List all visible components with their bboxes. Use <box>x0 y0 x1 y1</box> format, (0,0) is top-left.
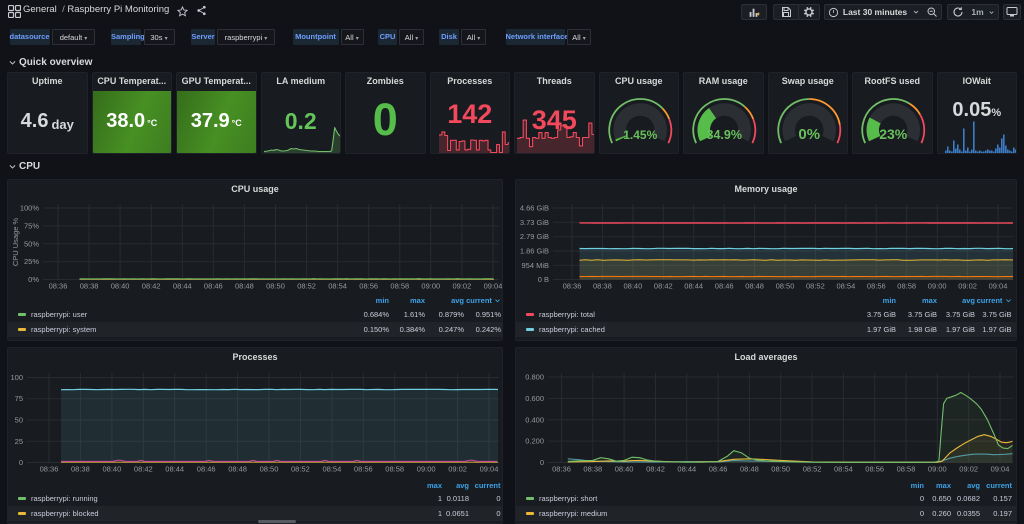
svg-text:0: 0 <box>540 458 544 467</box>
svg-text:08:36: 08:36 <box>49 282 68 291</box>
svg-text:08:50: 08:50 <box>260 465 279 474</box>
svg-text:0 B: 0 B <box>538 275 549 284</box>
svg-text:08:40: 08:40 <box>624 282 643 291</box>
svg-text:08:54: 08:54 <box>834 465 853 474</box>
svg-text:08:38: 08:38 <box>593 282 612 291</box>
svg-text:08:56: 08:56 <box>867 282 886 291</box>
svg-text:08:44: 08:44 <box>165 465 184 474</box>
svg-text:08:56: 08:56 <box>359 282 378 291</box>
svg-text:09:00: 09:00 <box>421 282 440 291</box>
svg-text:0.400: 0.400 <box>525 415 544 424</box>
svg-text:08:48: 08:48 <box>745 282 764 291</box>
svg-text:0.600: 0.600 <box>525 394 544 403</box>
svg-text:0: 0 <box>19 458 23 467</box>
svg-text:08:42: 08:42 <box>646 465 665 474</box>
svg-text:50: 50 <box>15 416 23 425</box>
svg-text:75: 75 <box>15 394 23 403</box>
svg-text:08:52: 08:52 <box>297 282 316 291</box>
svg-text:08:54: 08:54 <box>323 465 342 474</box>
svg-text:09:00: 09:00 <box>417 465 436 474</box>
svg-text:08:36: 08:36 <box>40 465 59 474</box>
svg-text:09:02: 09:02 <box>959 465 978 474</box>
svg-text:08:46: 08:46 <box>197 465 216 474</box>
svg-text:08:48: 08:48 <box>740 465 759 474</box>
svg-text:0.200: 0.200 <box>525 437 544 446</box>
svg-text:09:00: 09:00 <box>928 282 947 291</box>
svg-text:08:36: 08:36 <box>563 282 582 291</box>
svg-text:CPU Usage %: CPU Usage % <box>11 217 20 266</box>
svg-text:08:54: 08:54 <box>837 282 856 291</box>
svg-text:1.86 GiB: 1.86 GiB <box>520 247 549 256</box>
svg-text:75%: 75% <box>24 221 39 230</box>
svg-text:08:52: 08:52 <box>291 465 310 474</box>
svg-text:954 MiB: 954 MiB <box>521 261 549 270</box>
svg-text:08:40: 08:40 <box>103 465 122 474</box>
svg-text:09:04: 09:04 <box>989 282 1008 291</box>
svg-text:08:48: 08:48 <box>235 282 254 291</box>
svg-text:08:54: 08:54 <box>328 282 347 291</box>
svg-text:08:58: 08:58 <box>897 465 916 474</box>
svg-text:09:02: 09:02 <box>453 282 472 291</box>
svg-text:3.73 GiB: 3.73 GiB <box>520 218 549 227</box>
svg-text:34.9%: 34.9% <box>707 128 742 142</box>
svg-text:08:44: 08:44 <box>173 282 192 291</box>
svg-text:08:58: 08:58 <box>390 282 409 291</box>
svg-text:08:42: 08:42 <box>134 465 153 474</box>
svg-text:100%: 100% <box>20 204 40 213</box>
svg-text:08:44: 08:44 <box>684 282 703 291</box>
svg-text:23%: 23% <box>879 126 908 142</box>
svg-text:08:56: 08:56 <box>354 465 373 474</box>
svg-text:08:44: 08:44 <box>677 465 696 474</box>
svg-text:1.45%: 1.45% <box>623 128 657 142</box>
svg-text:08:46: 08:46 <box>709 465 728 474</box>
svg-text:0%: 0% <box>28 275 39 284</box>
svg-text:0.800: 0.800 <box>525 373 544 382</box>
svg-text:09:04: 09:04 <box>484 282 503 291</box>
svg-text:08:42: 08:42 <box>142 282 161 291</box>
svg-text:08:50: 08:50 <box>266 282 285 291</box>
svg-text:4.66 GiB: 4.66 GiB <box>520 204 549 213</box>
svg-text:08:52: 08:52 <box>806 282 825 291</box>
svg-text:2.79 GiB: 2.79 GiB <box>520 232 549 241</box>
svg-text:08:58: 08:58 <box>385 465 404 474</box>
svg-text:0%: 0% <box>798 126 820 143</box>
svg-text:08:58: 08:58 <box>897 282 916 291</box>
svg-text:08:48: 08:48 <box>228 465 247 474</box>
svg-text:08:40: 08:40 <box>111 282 130 291</box>
svg-text:08:46: 08:46 <box>204 282 223 291</box>
svg-text:08:36: 08:36 <box>552 465 571 474</box>
svg-text:08:52: 08:52 <box>803 465 822 474</box>
svg-text:08:50: 08:50 <box>776 282 795 291</box>
svg-text:09:04: 09:04 <box>991 465 1010 474</box>
svg-text:09:04: 09:04 <box>480 465 499 474</box>
svg-text:08:42: 08:42 <box>654 282 673 291</box>
svg-text:08:38: 08:38 <box>71 465 90 474</box>
svg-text:08:38: 08:38 <box>583 465 602 474</box>
svg-text:100: 100 <box>10 373 23 382</box>
svg-text:08:46: 08:46 <box>715 282 734 291</box>
svg-text:25: 25 <box>15 437 23 446</box>
svg-text:08:56: 08:56 <box>865 465 884 474</box>
svg-text:08:50: 08:50 <box>771 465 790 474</box>
svg-text:09:02: 09:02 <box>958 282 977 291</box>
svg-text:09:02: 09:02 <box>448 465 467 474</box>
svg-text:25%: 25% <box>24 257 39 266</box>
svg-text:08:38: 08:38 <box>80 282 99 291</box>
svg-text:09:00: 09:00 <box>928 465 947 474</box>
svg-text:08:40: 08:40 <box>615 465 634 474</box>
svg-text:50%: 50% <box>24 239 39 248</box>
